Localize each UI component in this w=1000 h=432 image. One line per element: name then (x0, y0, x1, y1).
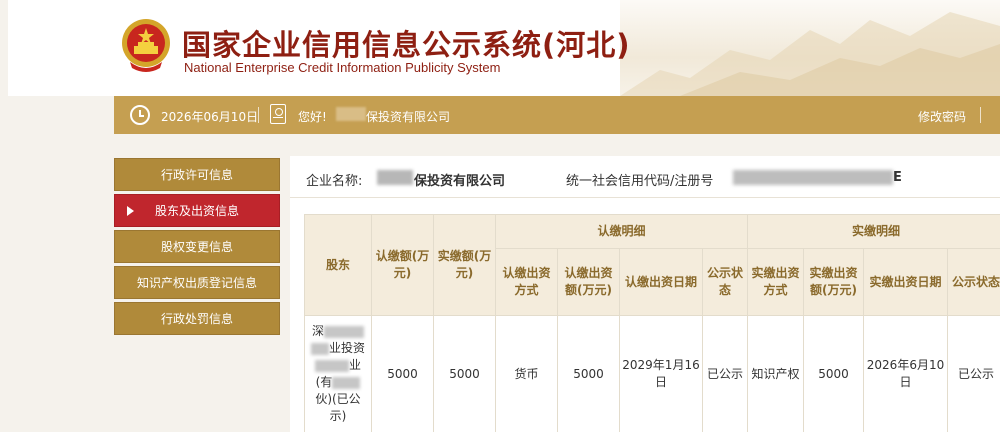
sub-method-cell: 货币 (495, 315, 558, 432)
table-row: 深 业投资 业 (有 伙)(已公示) 5000 5000 货币 5000 202… (304, 315, 1000, 432)
sub-amount-cell: 5000 (557, 315, 620, 432)
sidebar-item-label: 行政许可信息 (160, 168, 233, 182)
info-bar: 2026年06月10日 您好! 保投资有限公司 修改密码 (114, 96, 1000, 134)
paid-status-cell: 已公示 (947, 315, 1000, 432)
sidebar-item-label: 知识产权出质登记信息 (136, 276, 257, 290)
redacted-name (324, 325, 364, 338)
header-subscribed-amount: 认缴额(万元) (371, 214, 434, 316)
redacted-code (733, 170, 893, 185)
sub-status-cell: 已公示 (701, 315, 749, 432)
shareholder-name-part: 业投资 (328, 341, 365, 355)
sidebar-item-ip-pledge[interactable]: 知识产权出质登记信息 (114, 266, 280, 299)
caret-right-icon (127, 206, 134, 216)
header-paid-date: 实缴出资日期 (863, 248, 949, 316)
site-title: 国家企业信用信息公示系统(河北) (182, 28, 631, 62)
redacted-name (310, 342, 329, 355)
sidebar-item-label: 股东及出资信息 (154, 204, 239, 218)
sidebar: 行政许可信息 股东及出资信息 股权变更信息 知识产权出质登记信息 行政处罚信息 (114, 158, 280, 338)
sidebar-item-label: 股权变更信息 (160, 240, 233, 254)
sidebar-item-label: 行政处罚信息 (160, 312, 233, 326)
header-paid-status: 公示状态 (947, 248, 1000, 316)
header-subscribed-detail: 认缴明细 (494, 214, 749, 249)
redacted-name (332, 376, 361, 389)
subscribed-amount-cell: 5000 (371, 315, 434, 432)
site-subtitle: National Enterprise Credit Information P… (184, 60, 501, 75)
mountain-decoration (620, 0, 1000, 96)
redacted-name (336, 107, 366, 121)
sidebar-item-equity-change[interactable]: 股权变更信息 (114, 230, 280, 263)
credit-code-label: 统一社会信用代码/注册号 (566, 174, 714, 189)
company-name-label: 企业名称: (306, 174, 363, 189)
user-icon (270, 104, 286, 124)
paid-amount-detail-cell: 5000 (803, 315, 865, 432)
redacted-name (377, 170, 413, 185)
user-company: 保投资有限公司 (366, 110, 451, 124)
sidebar-item-shareholder[interactable]: 股东及出资信息 (114, 194, 280, 227)
shareholder-name-part: 伙)(已公示) (315, 392, 361, 423)
greeting-text: 您好! (298, 110, 327, 124)
sub-date-cell: 2029年1月16日 (619, 315, 703, 432)
clock-icon (130, 105, 150, 125)
shareholder-name-part: 深 (311, 324, 324, 338)
paid-method-cell: 知识产权 (747, 315, 805, 432)
header-sub-date: 认缴出资日期 (619, 248, 703, 316)
sidebar-item-admin-license[interactable]: 行政许可信息 (114, 158, 280, 191)
shareholder-name-cell[interactable]: 深 业投资 业 (有 伙)(已公示) (304, 315, 372, 432)
header-sub-method: 认缴出资方式 (495, 248, 558, 316)
header-paid-amount-detail: 实缴出资额(万元) (803, 248, 865, 316)
header-paid-detail: 实缴明细 (747, 214, 1000, 249)
redacted-name (314, 359, 349, 372)
header-sub-amount: 认缴出资额(万元) (557, 248, 620, 316)
header-sub-status: 公示状态 (701, 248, 749, 316)
paid-date-cell: 2026年6月10日 (863, 315, 949, 432)
header-paid-amount: 实缴额(万元) (433, 214, 496, 316)
divider (258, 107, 259, 123)
shareholder-table: 股东 认缴额(万元) 实缴额(万元) 认缴明细 实缴明细 认缴出资方式 认缴出资… (304, 214, 1000, 432)
paid-amount-cell: 5000 (433, 315, 496, 432)
shareholder-name-part: 业 (348, 358, 361, 372)
credit-code-value: E (893, 170, 902, 185)
divider (980, 107, 981, 123)
sidebar-item-admin-penalty[interactable]: 行政处罚信息 (114, 302, 280, 335)
change-password-link[interactable]: 修改密码 (918, 108, 966, 125)
site-header: 国家企业信用信息公示系统(河北) National Enterprise Cre… (8, 0, 1000, 96)
header-shareholder: 股东 (304, 214, 372, 316)
company-name-value: 保投资有限公司 (414, 174, 506, 189)
national-emblem-icon (120, 16, 172, 74)
current-date: 2026年06月10日 (161, 110, 259, 124)
main-panel: 企业名称: 保投资有限公司 统一社会信用代码/注册号 E 股东 认缴额(万元) … (290, 156, 1000, 432)
company-info-row: 企业名称: 保投资有限公司 统一社会信用代码/注册号 E (290, 156, 1000, 198)
shareholder-name-part: (有 (315, 375, 333, 389)
header-paid-method: 实缴出资方式 (747, 248, 805, 316)
